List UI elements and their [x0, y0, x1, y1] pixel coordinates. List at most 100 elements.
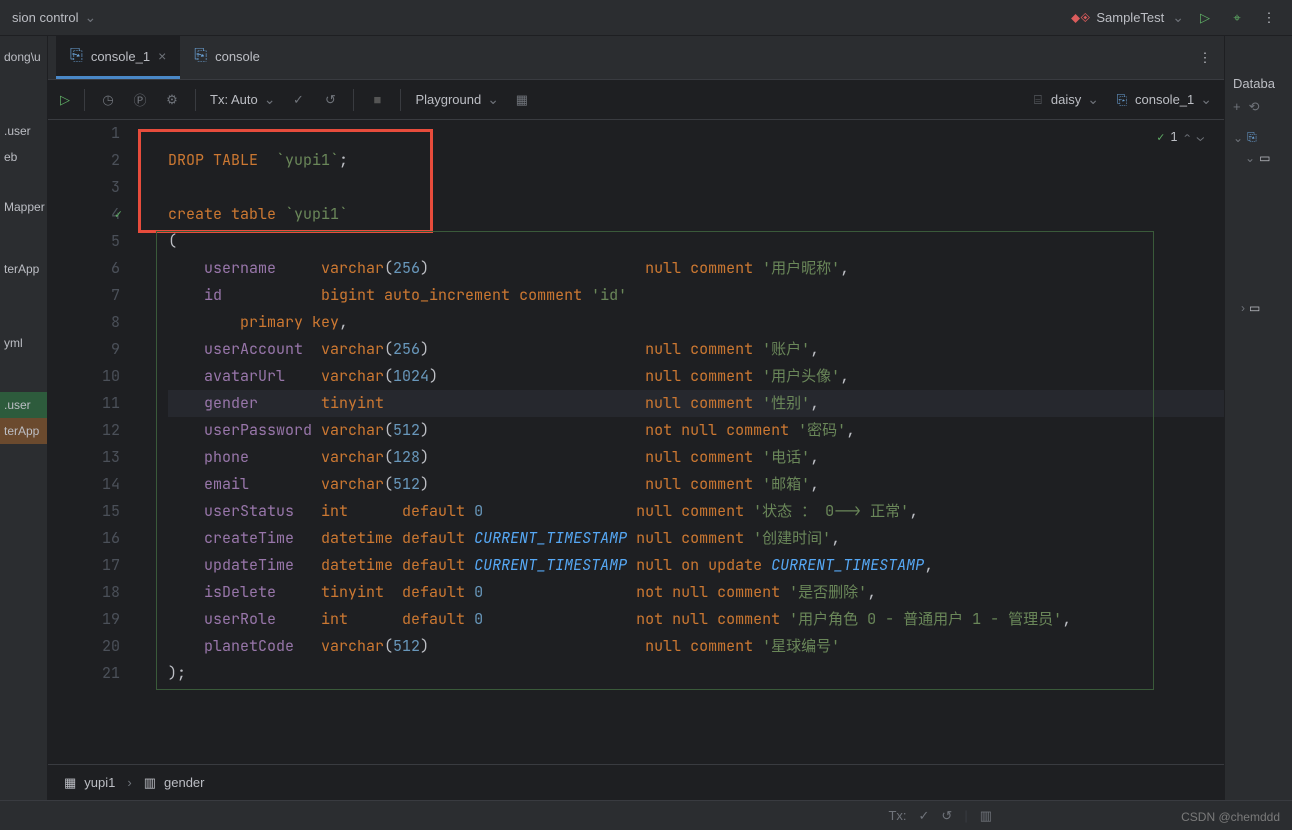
code-line-8[interactable]: primary key, [168, 309, 1224, 336]
code-line-21[interactable]: ); [168, 660, 1224, 687]
project-item[interactable] [0, 306, 47, 318]
code-line-11[interactable]: gender tinyint null comment '性别', [168, 390, 1224, 417]
playground-selector[interactable]: Playground [415, 91, 499, 108]
code-line-1[interactable] [168, 120, 1224, 147]
project-item[interactable] [0, 294, 47, 306]
settings-icon[interactable]: ⚙ [163, 92, 181, 108]
project-item[interactable] [0, 232, 47, 244]
bottom-tx-label: Tx: [888, 808, 906, 823]
vcs-menu[interactable]: sion control [12, 9, 96, 26]
project-item[interactable] [0, 220, 47, 232]
project-item[interactable]: terApp [0, 418, 47, 444]
breadcrumb-table[interactable]: ▦ yupi1 [64, 775, 115, 791]
run-config-selector[interactable]: ⬥◈ SampleTest [1071, 9, 1184, 26]
line-gutter: 1234✓56789101112131415161718192021 [48, 120, 138, 764]
project-item[interactable] [0, 244, 47, 256]
project-item[interactable]: terApp [0, 256, 47, 282]
project-item[interactable] [0, 368, 47, 380]
table-icon: ▦ [64, 775, 76, 791]
bottom-commit-icon[interactable]: ✓ [919, 808, 930, 824]
project-item[interactable]: yml [0, 330, 47, 356]
breadcrumb-column[interactable]: ▥ gender [144, 775, 205, 791]
bottom-rollback-icon[interactable]: ↺ [941, 808, 952, 824]
code-line-15[interactable]: userStatus int default 0 null comment '状… [168, 498, 1224, 525]
debug-button-icon[interactable]: ⌖ [1226, 7, 1248, 29]
close-tab-icon[interactable]: × [158, 48, 166, 64]
statement-run-icon[interactable]: ✓ [115, 201, 122, 228]
explain-plan-icon[interactable]: Ⓟ [131, 90, 149, 109]
database-tool-window: Databa + ⟲ ⌄⎘ ⌄▭ ›▭ [1224, 36, 1292, 800]
project-item[interactable] [0, 94, 47, 106]
test-icon: ⬥◈ [1071, 10, 1090, 26]
project-tree-strip: dong\u.userebMapperterAppyml.userterApp [0, 36, 48, 800]
datasource-selector[interactable]: ⌸ daisy [1029, 91, 1099, 108]
console-selector[interactable]: ⎘ console_1 [1113, 91, 1212, 108]
project-item[interactable]: .user [0, 392, 47, 418]
watermark: CSDN @chemddd [1181, 810, 1280, 824]
database-panel-title: Databa [1233, 76, 1284, 99]
code-line-9[interactable]: userAccount varchar(256) null comment '账… [168, 336, 1224, 363]
code-line-20[interactable]: planetCode varchar(512) null comment '星球… [168, 633, 1224, 660]
code-line-3[interactable] [168, 174, 1224, 201]
execute-button[interactable]: ▷ [60, 92, 70, 108]
inspection-widget[interactable]: ✓ 1 ⌃ ⌄ [1157, 124, 1204, 151]
code-line-17[interactable]: updateTime datetime default CURRENT_TIME… [168, 552, 1224, 579]
titlebar: sion control ⬥◈ SampleTest ▷ ⌖ ⋮ [0, 0, 1292, 36]
editor-tab-console[interactable]: ⎘console [180, 36, 274, 79]
project-item[interactable] [0, 282, 47, 294]
code-line-13[interactable]: phone varchar(128) null comment '电话', [168, 444, 1224, 471]
project-item[interactable] [0, 182, 47, 194]
tabs-more-icon[interactable]: ⋮ [1194, 47, 1216, 69]
code-line-5[interactable]: ( [168, 228, 1224, 255]
db-tree-leaf[interactable]: ›▭ [1233, 298, 1284, 318]
datasource-icon: ⌸ [1029, 92, 1047, 108]
db-node-icon: ⎘ [1247, 130, 1257, 145]
project-item[interactable] [0, 70, 47, 82]
table-view-icon[interactable]: ▦ [513, 92, 531, 108]
more-menu-icon[interactable]: ⋮ [1258, 7, 1280, 29]
project-item[interactable] [0, 106, 47, 118]
stop-icon[interactable]: ■ [368, 92, 386, 107]
code-line-14[interactable]: email varchar(512) null comment '邮箱', [168, 471, 1224, 498]
code-line-10[interactable]: avatarUrl varchar(1024) null comment '用户… [168, 363, 1224, 390]
code-line-4[interactable]: create table `yupi1` [168, 201, 1224, 228]
editor-tab-console_1[interactable]: ⎘console_1× [56, 36, 180, 79]
editor-area: ⎘ console_1 × ⎘console ⋮ ▷ ◷ Ⓟ ⚙ Tx: Auto ✓… [48, 36, 1224, 800]
add-datasource-icon[interactable]: + [1233, 99, 1241, 115]
code-line-16[interactable]: createTime datetime default CURRENT_TIME… [168, 525, 1224, 552]
column-icon: ▥ [144, 775, 156, 791]
schema-icon: ▭ [1259, 151, 1270, 165]
code-line-7[interactable]: id bigint auto_increment comment 'id' [168, 282, 1224, 309]
code-line-19[interactable]: userRole int default 0 not null comment … [168, 606, 1224, 633]
inspection-up-icon[interactable]: ⌃ [1184, 124, 1191, 151]
project-item[interactable]: dong\u [0, 44, 47, 70]
refresh-datasource-icon[interactable]: ⟲ [1249, 99, 1260, 115]
tx-mode-selector[interactable]: Tx: Auto [210, 91, 275, 108]
tab-label: console_1 [91, 49, 150, 64]
code-line-6[interactable]: username varchar(256) null comment '用户昵称… [168, 255, 1224, 282]
project-item[interactable] [0, 380, 47, 392]
sql-file-icon: ⎘ [194, 47, 207, 65]
code-content[interactable]: ✓ 1 ⌃ ⌄ DROP TABLE `yupi1`; create table … [138, 120, 1224, 764]
project-item[interactable] [0, 170, 47, 182]
project-item[interactable] [0, 356, 47, 368]
rollback-icon[interactable]: ↺ [321, 92, 339, 108]
project-item[interactable]: eb [0, 144, 47, 170]
editor-tabs: ⎘ console_1 × ⎘console ⋮ [48, 36, 1224, 80]
code-line-2[interactable]: DROP TABLE `yupi1`; [168, 147, 1224, 174]
db-tree-root[interactable]: ⌄⎘ [1233, 127, 1284, 148]
code-line-18[interactable]: isDelete tinyint default 0 not null comm… [168, 579, 1224, 606]
history-icon[interactable]: ◷ [99, 92, 117, 108]
project-item[interactable] [0, 82, 47, 94]
code-line-12[interactable]: userPassword varchar(512) not null comme… [168, 417, 1224, 444]
bottom-table-icon[interactable]: ▥ [980, 808, 992, 824]
run-button-icon[interactable]: ▷ [1194, 7, 1216, 29]
table-icon: ▭ [1249, 301, 1260, 315]
commit-icon[interactable]: ✓ [289, 92, 307, 108]
project-item[interactable] [0, 318, 47, 330]
inspection-down-icon[interactable]: ⌄ [1197, 124, 1204, 151]
project-item[interactable]: .user [0, 118, 47, 144]
project-item[interactable]: Mapper [0, 194, 47, 220]
code-editor[interactable]: 1234✓56789101112131415161718192021 ✓ 1 ⌃… [48, 120, 1224, 764]
db-tree-node[interactable]: ⌄▭ [1233, 148, 1284, 168]
